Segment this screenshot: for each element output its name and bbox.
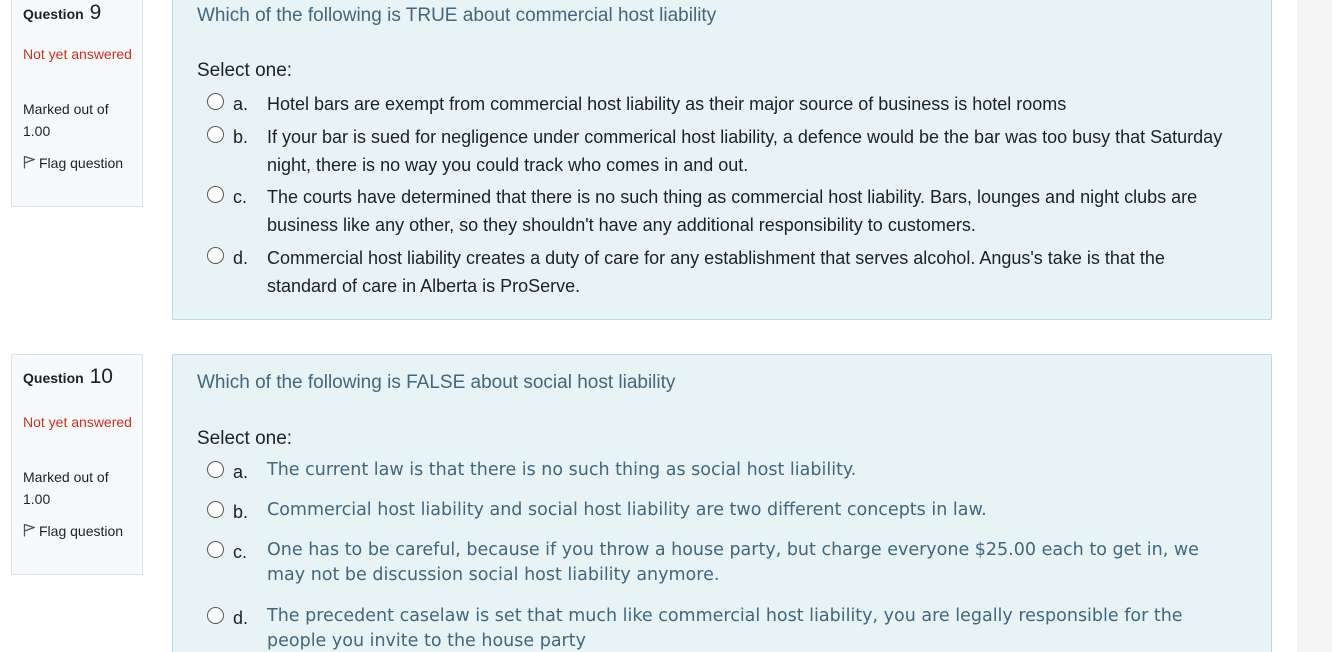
radio-button[interactable]	[207, 541, 224, 558]
question-label: Question	[23, 370, 84, 386]
option-text: If your bar is sued for negligence under…	[267, 127, 1223, 175]
radio-button[interactable]	[207, 461, 224, 478]
option-letter: a.	[233, 462, 249, 482]
question-label: Question	[23, 6, 84, 22]
option-text: The precedent caselaw is set that much l…	[267, 606, 1183, 651]
radio-button[interactable]	[207, 186, 224, 203]
radio-button[interactable]	[207, 93, 224, 110]
radio-button[interactable]	[207, 247, 224, 264]
option-letter: c.	[233, 542, 248, 562]
question-9-flag[interactable]: Flag question	[23, 152, 133, 175]
question-9-state: Not yet answered	[23, 46, 132, 62]
question-10-text: Which of the following is FALSE about so…	[197, 372, 676, 393]
option-letter: b.	[233, 502, 249, 522]
question-number: 9	[89, 1, 102, 24]
question-9-info: Question 9 Not yet answered Marked out o…	[11, 0, 143, 207]
page-right-gutter	[1297, 0, 1332, 652]
question-9-grade: Marked out of 1.00	[23, 101, 109, 139]
question-9-text: Which of the following is TRUE about com…	[197, 5, 717, 26]
flag-icon	[23, 521, 39, 543]
question-9-content: Which of the following is TRUE about com…	[172, 0, 1272, 320]
question-10-info: Question 10 Not yet answered Marked out …	[11, 354, 143, 575]
question-9-number: Question 9	[23, 1, 101, 25]
flag-label: Flag question	[39, 523, 124, 539]
option-letter: d.	[233, 248, 249, 268]
radio-button[interactable]	[207, 607, 224, 624]
option-letter: d.	[233, 608, 249, 628]
option-letter: c.	[233, 187, 248, 207]
option-text: The courts have determined that there is…	[267, 187, 1198, 235]
flag-label: Flag question	[39, 155, 124, 171]
question-10-content: Which of the following is FALSE about so…	[172, 354, 1272, 652]
select-one-prompt: Select one:	[197, 428, 293, 449]
select-one-prompt: Select one:	[197, 60, 293, 81]
question-10-grade: Marked out of 1.00	[23, 469, 109, 507]
question-number: 10	[89, 365, 113, 388]
option-text: The current law is that there is no such…	[267, 460, 857, 480]
radio-button[interactable]	[207, 126, 224, 143]
question-10-state: Not yet answered	[23, 414, 132, 430]
flag-icon	[23, 153, 39, 175]
option-text: Hotel bars are exempt from commercial ho…	[267, 94, 1067, 114]
option-text: Commercial host liability and social hos…	[267, 500, 987, 520]
question-10-flag[interactable]: Flag question	[23, 520, 133, 543]
option-text: Commercial host liability creates a duty…	[267, 248, 1165, 296]
radio-button[interactable]	[207, 501, 224, 518]
option-letter: b.	[233, 127, 249, 147]
option-letter: a.	[233, 94, 249, 114]
question-10-number: Question 10	[23, 365, 113, 389]
option-text: One has to be careful, because if you th…	[267, 540, 1199, 585]
